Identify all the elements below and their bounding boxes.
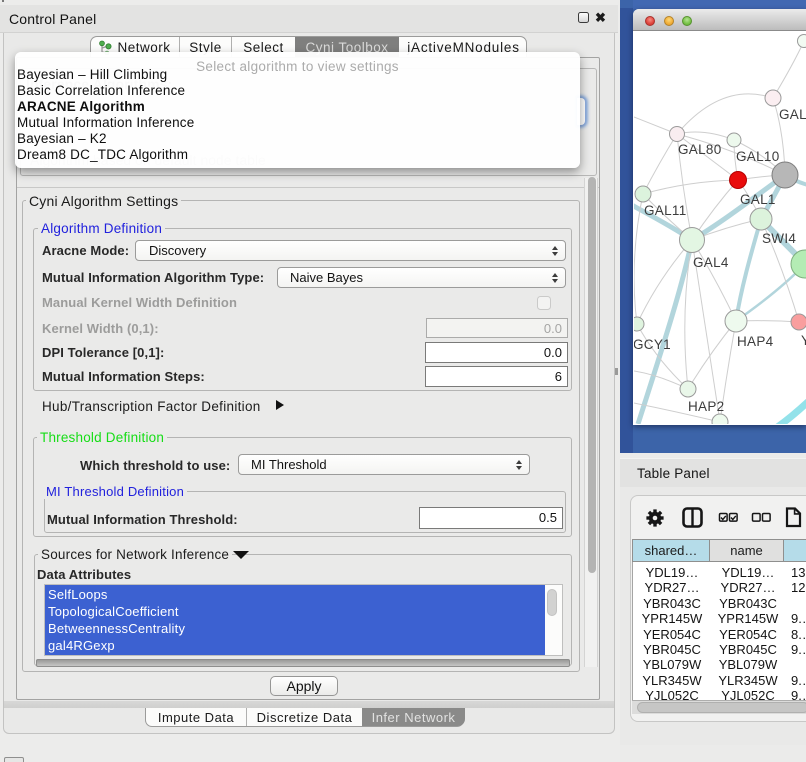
svg-text:GAL11: GAL11 <box>644 203 687 218</box>
svg-text:GAL: GAL <box>779 107 806 122</box>
svg-text:Y: Y <box>801 333 806 348</box>
svg-text:HAP2: HAP2 <box>688 399 724 414</box>
svg-text:HAP4: HAP4 <box>737 334 774 349</box>
svg-text:GAL10: GAL10 <box>736 149 780 164</box>
svg-text:SWI4: SWI4 <box>762 231 796 246</box>
svg-text:GAL4: GAL4 <box>693 255 729 270</box>
svg-text:GAL1: GAL1 <box>740 192 776 207</box>
svg-text:GAL80: GAL80 <box>678 142 722 157</box>
svg-text:GCY1: GCY1 <box>634 337 671 352</box>
